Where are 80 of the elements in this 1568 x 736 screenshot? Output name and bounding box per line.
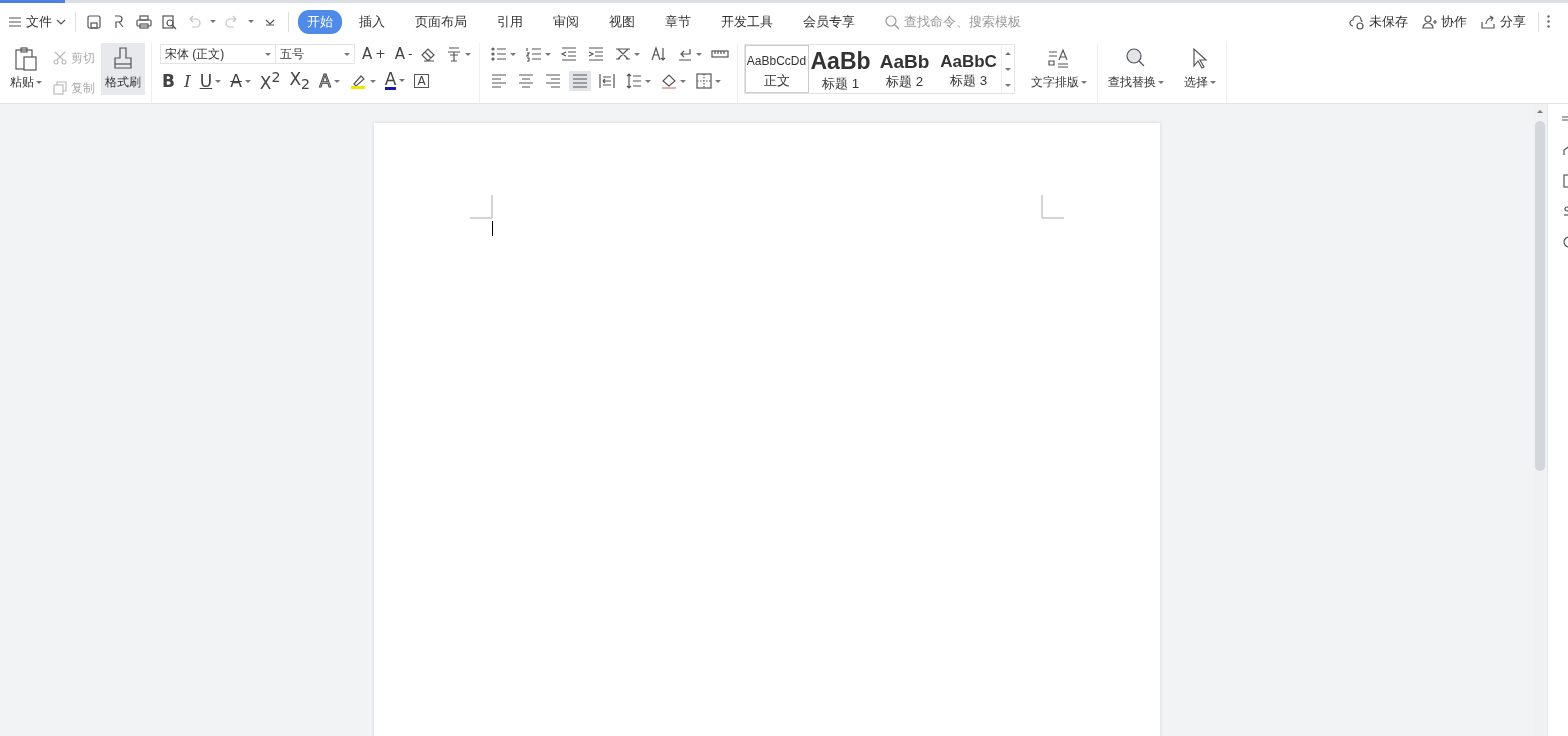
margin-mark: [1040, 195, 1064, 219]
paste-button[interactable]: 粘贴: [6, 43, 46, 95]
numbered-list-icon[interactable]: [524, 45, 543, 63]
bold-button[interactable]: B: [160, 72, 177, 90]
search-icon: [884, 13, 900, 30]
color-button[interactable]: A: [382, 71, 408, 91]
outdent-icon[interactable]: [559, 45, 578, 63]
search-field[interactable]: 查找命令、搜索模板: [884, 13, 1046, 30]
caret-icon[interactable]: [248, 20, 254, 23]
ribbon-tab[interactable]: 会员专享: [794, 9, 864, 34]
ribbon-tab[interactable]: 视图: [600, 9, 644, 34]
bullet-list-icon[interactable]: [489, 45, 508, 63]
chevron-down-icon[interactable]: [56, 17, 66, 26]
menu-icon[interactable]: [8, 15, 22, 28]
ribbon-tab[interactable]: 插入: [350, 9, 394, 34]
strike-button[interactable]: A: [228, 72, 253, 90]
style-swatch[interactable]: AaBbCcDd 正文: [744, 45, 809, 93]
boxed-button[interactable]: A: [412, 74, 431, 88]
expand-icon[interactable]: [1004, 83, 1011, 87]
format-painter-button[interactable]: 格式刷: [101, 43, 145, 95]
indent-icon[interactable]: [586, 45, 605, 63]
ribbon-tab[interactable]: 审阅: [544, 9, 588, 34]
caret-icon[interactable]: [644, 79, 651, 83]
line-spacing-icon[interactable]: [624, 72, 643, 90]
caret-icon[interactable]: [633, 52, 640, 56]
ribbon-tab[interactable]: 章节: [656, 9, 700, 34]
caret-icon[interactable]: [333, 79, 340, 83]
caret-icon[interactable]: [714, 79, 721, 83]
underline-button[interactable]: U: [197, 72, 224, 90]
font-size-dropdown[interactable]: 五号: [275, 44, 355, 64]
caret-icon[interactable]: [210, 20, 216, 23]
user-add-icon[interactable]: [1420, 12, 1438, 31]
outline-button[interactable]: A: [317, 72, 342, 90]
scroll-thumb[interactable]: [1535, 121, 1545, 471]
caret-icon[interactable]: [36, 81, 42, 84]
ribbon-tab[interactable]: 引用: [488, 9, 532, 34]
ribbon-tab[interactable]: 页面布局: [406, 9, 476, 34]
caret-icon[interactable]: [215, 79, 222, 83]
borders-icon[interactable]: [694, 72, 713, 90]
caret-icon[interactable]: [1157, 81, 1164, 84]
clipboard-icon[interactable]: [13, 46, 39, 72]
font-name-dropdown[interactable]: 宋体 (正文): [160, 44, 276, 64]
text-layout-button[interactable]: 文字排版: [1026, 43, 1091, 95]
align-center-icon[interactable]: [516, 72, 535, 90]
collaborate-button[interactable]: 协作: [1420, 12, 1467, 31]
preview-icon[interactable]: [160, 12, 178, 31]
more-icon[interactable]: [1547, 15, 1550, 28]
caret-icon[interactable]: [679, 79, 686, 83]
print-icon[interactable]: [135, 12, 153, 31]
caret-icon[interactable]: [244, 79, 251, 83]
caret-icon[interactable]: [1209, 81, 1216, 84]
align-right-icon[interactable]: [543, 72, 562, 90]
caret-icon[interactable]: [509, 52, 516, 56]
shading-icon[interactable]: [659, 72, 678, 90]
scroll-up-icon[interactable]: [1537, 110, 1543, 113]
align-left-icon[interactable]: [489, 72, 508, 90]
italic-button[interactable]: I: [181, 72, 193, 90]
caret-icon[interactable]: [544, 52, 551, 56]
sort-icon[interactable]: [648, 45, 667, 63]
caret-icon[interactable]: [399, 79, 406, 83]
script-button[interactable]: X$_{2}$: [287, 70, 313, 92]
share-button[interactable]: 分享: [1479, 12, 1526, 31]
scroll-up-icon[interactable]: [1004, 51, 1011, 55]
script-button[interactable]: X$^{2}$: [257, 70, 283, 92]
cloud-icon[interactable]: [1348, 12, 1366, 31]
distributed-icon[interactable]: [597, 72, 616, 90]
caret-icon[interactable]: [695, 52, 702, 56]
caret-icon[interactable]: [369, 79, 376, 83]
brush-icon[interactable]: [111, 46, 135, 72]
save-status-button[interactable]: 未保存: [1348, 12, 1408, 31]
file-menu[interactable]: 文件: [8, 12, 66, 31]
text-cursor: [491, 221, 493, 236]
caret-icon[interactable]: [464, 52, 471, 56]
caret-icon[interactable]: [1080, 81, 1087, 84]
ribbon-tab[interactable]: 开发工具: [712, 9, 782, 34]
find-replace-button[interactable]: 查找替换: [1103, 43, 1168, 95]
select-button[interactable]: 选择: [1179, 43, 1220, 95]
scroll-down-icon[interactable]: [1004, 67, 1011, 71]
margin-mark: [469, 195, 493, 219]
save-icon[interactable]: [85, 12, 103, 31]
